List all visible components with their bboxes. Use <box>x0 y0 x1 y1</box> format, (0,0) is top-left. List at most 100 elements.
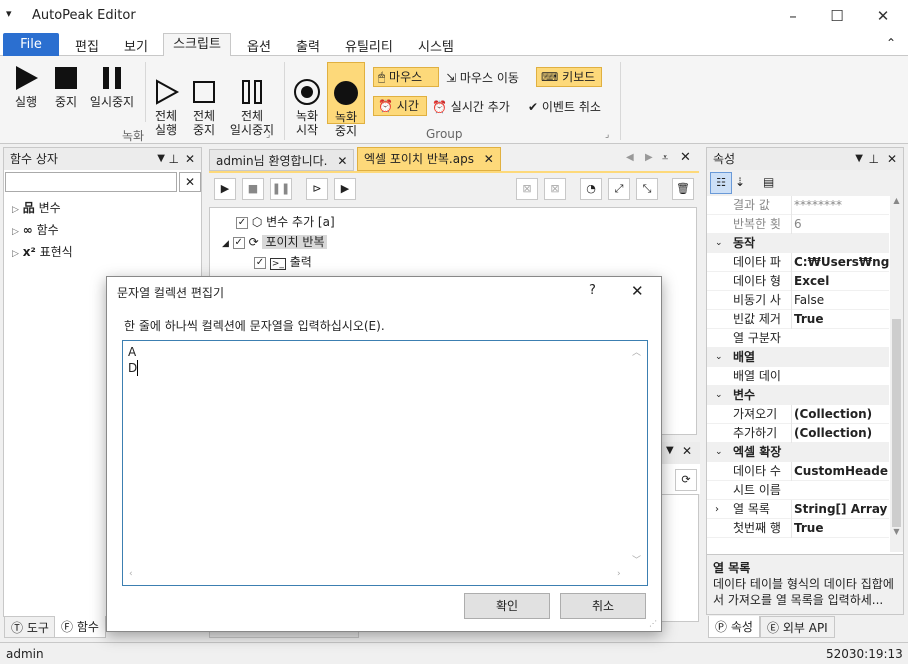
maximize-button[interactable]: ☐ <box>814 0 860 32</box>
scroll-up-icon[interactable]: ▲ <box>890 196 903 205</box>
property-category[interactable]: ⌄ 변수 <box>707 386 889 405</box>
category-collapse-icon[interactable]: ⌄ <box>715 443 723 462</box>
keyboard-toggle[interactable]: ⌨ 키보드 <box>536 67 602 87</box>
tab-scroll-right-icon[interactable]: ▶ <box>645 152 653 163</box>
expand-icon[interactable]: › <box>715 500 719 519</box>
tab-functions[interactable]: Ⓕ 함수 <box>54 616 106 638</box>
property-row[interactable]: 추가하기 (Collection) <box>707 424 889 443</box>
property-row[interactable]: 시트 이름 <box>707 481 889 500</box>
property-category[interactable]: ⌄ 배열 <box>707 348 889 367</box>
step-play-icon[interactable]: ⊳ <box>306 178 328 200</box>
categorized-icon[interactable]: ☷ <box>710 172 732 194</box>
tab-scroll-left-icon[interactable]: ◀ <box>626 152 634 163</box>
menu-system[interactable]: 시스템 <box>418 36 454 55</box>
close-button[interactable]: ✕ <box>860 0 906 32</box>
pause-small-icon[interactable]: ❚❚ <box>270 178 292 200</box>
event-cancel-toggle[interactable]: ✔ 이벤트 취소 <box>528 98 601 115</box>
tab-close-icon[interactable]: ✕ <box>337 154 347 168</box>
property-row[interactable]: 배열 데이 <box>707 367 889 386</box>
run-button[interactable]: 실행 <box>8 64 44 109</box>
group-launcher-icon[interactable]: ⌟ <box>605 130 609 140</box>
menu-utility[interactable]: 유틸리티 <box>345 36 393 55</box>
menu-script[interactable]: 스크립트 <box>163 33 231 57</box>
refresh-icon[interactable]: ⟳ <box>675 469 697 491</box>
delete-box-icon[interactable]: ⊠ <box>544 178 566 200</box>
property-row[interactable]: 데이타 파 C:₩Users₩ngma <box>707 253 889 272</box>
property-row[interactable]: 비동기 사 False <box>707 291 889 310</box>
property-row[interactable]: 데이타 형 Excel <box>707 272 889 291</box>
tab-external-api[interactable]: Ⓔ 외부 API <box>760 616 835 638</box>
scroll-up-icon[interactable]: ︿ <box>632 345 641 358</box>
property-row[interactable]: 데이타 수 CustomHeaderC <box>707 462 889 481</box>
expand-icon[interactable]: ⤢ <box>608 178 630 200</box>
panel-close-icon[interactable]: ✕ <box>682 444 692 458</box>
property-row[interactable]: 열 구분자 <box>707 329 889 348</box>
menu-output[interactable]: 출력 <box>296 36 320 55</box>
tree-node-output[interactable]: ✓ >_ 출력 <box>254 253 312 270</box>
ribbon-collapse-icon[interactable]: ⌃ <box>886 36 896 50</box>
property-row[interactable]: 빈값 제거 True <box>707 310 889 329</box>
pause-all-button[interactable]: 전체 일시중지 <box>224 64 280 151</box>
run-all-button[interactable]: 전체 실행 <box>148 64 184 151</box>
expand-icon[interactable]: ▷ <box>12 249 19 259</box>
tab-excel-foreach[interactable]: 엑셀 포이치 반복.aps ✕ <box>357 147 501 171</box>
property-pages-icon[interactable]: ▤ <box>763 175 774 189</box>
collapse-arrow-icon[interactable]: ◢ <box>222 239 229 249</box>
property-category[interactable]: ⌄ 동작 <box>707 234 889 253</box>
tree-item-function[interactable]: ▷ ∞ 함수 <box>12 220 73 242</box>
pause-button[interactable]: 일시중지 <box>84 64 140 109</box>
minimize-button[interactable]: – <box>770 0 816 32</box>
realtime-add-toggle[interactable]: ⏰ 실시간 추가 <box>432 98 510 115</box>
checkbox[interactable]: ✓ <box>254 256 266 269</box>
collapse-icon[interactable]: ⤡ <box>636 178 658 200</box>
category-collapse-icon[interactable]: ⌄ <box>715 234 723 253</box>
dialog-close-button[interactable]: ✕ <box>631 282 644 300</box>
tree-item-expression[interactable]: ▷ x² 표현식 <box>12 242 73 264</box>
tab-welcome[interactable]: admin님 환영합니다. ✕ <box>209 149 355 171</box>
property-row[interactable]: 첫번째 행 True <box>707 519 889 538</box>
record-start-button[interactable]: 녹화 시작 <box>289 64 325 151</box>
scroll-down-icon[interactable]: ▼ <box>890 527 903 536</box>
scroll-thumb[interactable] <box>892 319 901 527</box>
mouse-move-toggle[interactable]: ⇲ 마우스 이동 <box>446 69 519 86</box>
mouse-toggle[interactable]: 🖱 마우스 <box>373 67 439 87</box>
function-search-input[interactable] <box>5 172 177 192</box>
property-row[interactable]: › 열 목록 String[] Array <box>707 500 889 519</box>
strings-textarea[interactable]: AD ︿ ﹀ ‹ › <box>122 340 648 586</box>
cancel-button[interactable]: 취소 <box>560 593 646 619</box>
scroll-right-icon[interactable]: › <box>617 569 621 579</box>
tree-node-add-variable[interactable]: ✓ ⬡ 변수 추가 [a] <box>236 213 335 230</box>
property-category[interactable]: ⌄ 엑셀 확장 <box>707 443 889 462</box>
property-row[interactable]: 결과 값 ******** <box>707 196 889 215</box>
sort-alpha-icon[interactable]: ⇣ <box>735 175 745 189</box>
editor-close-icon[interactable]: ✕ <box>680 150 691 165</box>
panel-menu-icon[interactable]: ▼ <box>855 148 863 170</box>
ok-button[interactable]: 확인 <box>464 593 550 619</box>
play-small-icon[interactable]: ▶ <box>214 178 236 200</box>
help-button[interactable]: ? <box>589 283 596 298</box>
time-toggle[interactable]: ⏰ 시간 <box>373 96 427 116</box>
tab-close-icon[interactable]: ✕ <box>484 152 494 166</box>
tab-list-icon[interactable]: ⩡ <box>662 151 668 165</box>
stop-small-icon[interactable]: ■ <box>242 178 264 200</box>
menu-edit[interactable]: 편집 <box>75 36 99 55</box>
panel-close-icon[interactable]: ✕ <box>185 148 195 170</box>
group-launcher-icon[interactable]: ⌟ <box>266 130 270 140</box>
pin-icon[interactable]: ⊥ <box>169 148 179 170</box>
menu-view[interactable]: 보기 <box>124 36 148 55</box>
property-row[interactable]: 가져오기 (Collection) <box>707 405 889 424</box>
tab-tools[interactable]: Ⓣ 도구 <box>4 616 56 638</box>
menu-options[interactable]: 옵션 <box>247 36 271 55</box>
step-play-filled-icon[interactable]: ▶ <box>334 178 356 200</box>
search-clear-icon[interactable]: ✕ <box>179 172 201 192</box>
stop-button[interactable]: 중지 <box>48 64 84 109</box>
expand-icon[interactable]: ▷ <box>12 227 19 237</box>
scroll-down-icon[interactable]: ﹀ <box>632 553 641 566</box>
tree-item-variable[interactable]: ▷ 品 변수 <box>12 198 73 220</box>
resize-grip-icon[interactable]: ⋰ <box>649 619 657 628</box>
trash-icon[interactable]: 🗑 <box>672 178 694 200</box>
record-stop-button[interactable]: 녹화 중지 <box>327 62 365 138</box>
tab-properties[interactable]: Ⓟ 속성 <box>708 616 760 638</box>
panel-menu-icon[interactable]: ▼ <box>157 148 165 170</box>
tree-node-foreach[interactable]: ◢ ✓ ⟳ 포이치 반복 <box>222 233 328 250</box>
